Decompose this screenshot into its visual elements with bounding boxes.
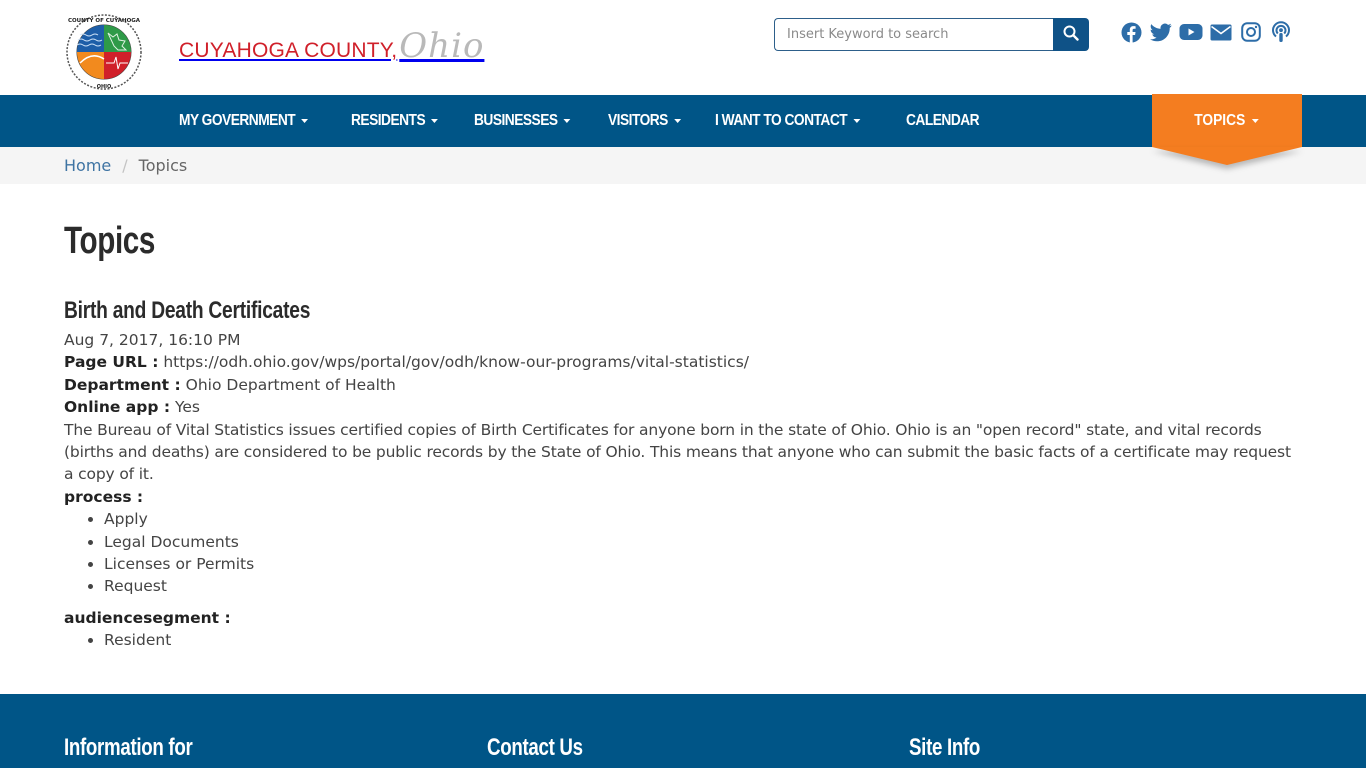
nav-item-label: I WANT TO CONTACT xyxy=(714,112,848,129)
page-url-row: Page URL : https://odh.ohio.gov/wps/port… xyxy=(64,351,1304,373)
podcast-link[interactable] xyxy=(1270,21,1292,47)
nav-item-label: TOPICS xyxy=(1194,111,1246,129)
department-label: Department : xyxy=(64,375,181,394)
list-item: Licenses or Permits xyxy=(104,553,1304,575)
facebook-icon xyxy=(1121,22,1142,47)
caret-down-icon xyxy=(301,119,309,123)
nav-item-label: VISITORS xyxy=(608,112,669,129)
footer-heading-site-info: Site Info xyxy=(909,734,981,761)
svg-text:OHIO: OHIO xyxy=(97,84,112,90)
site-header: COUNTY OF CUYAHOGA OHIO CUYAHOGA COUNTY,… xyxy=(0,0,1366,95)
county-seal-logo[interactable]: COUNTY OF CUYAHOGA OHIO xyxy=(66,13,142,91)
online-app-label: Online app : xyxy=(64,398,171,417)
nav-item-topics[interactable]: TOPICS xyxy=(1152,94,1302,147)
department-row: Department : Ohio Department of Health xyxy=(64,374,1304,396)
breadcrumb-home[interactable]: Home xyxy=(64,156,111,175)
search-button[interactable] xyxy=(1053,18,1089,51)
nav-item-visitors[interactable]: VISITORS xyxy=(608,112,682,130)
site-footer: Information for Contact Us Site Info xyxy=(0,694,1366,768)
nav-item-calendar[interactable]: CALENDAR xyxy=(905,112,980,130)
list-item: Legal Documents xyxy=(104,531,1304,553)
instagram-link[interactable] xyxy=(1240,22,1262,46)
breadcrumb-separator: / xyxy=(122,156,128,175)
svg-text:COUNTY OF CUYAHOGA: COUNTY OF CUYAHOGA xyxy=(68,18,141,24)
footer-heading-information-for: Information for xyxy=(64,734,193,761)
process-list: Apply Legal Documents Licenses or Permit… xyxy=(64,508,1304,598)
list-item: Resident xyxy=(104,629,1304,651)
caret-down-icon xyxy=(1252,118,1260,123)
page-url-value: https://odh.ohio.gov/wps/portal/gov/odh/… xyxy=(163,353,749,372)
nav-item-label: MY GOVERNMENT xyxy=(179,112,296,129)
caret-down-icon xyxy=(853,119,860,123)
twitter-link[interactable] xyxy=(1150,22,1172,46)
site-brand[interactable]: CUYAHOGA COUNTY, Ohio xyxy=(179,26,484,66)
audience-label: audiencesegment : xyxy=(64,608,231,627)
online-app-row: Online app : Yes xyxy=(64,396,1304,418)
process-label: process : xyxy=(64,487,144,506)
topic-date: Aug 7, 2017, 16:10 PM xyxy=(64,331,241,349)
list-item: Apply xyxy=(104,508,1304,530)
instagram-icon xyxy=(1241,22,1261,46)
brand-state: Ohio xyxy=(399,26,485,66)
topic-title: Birth and Death Certificates xyxy=(64,297,311,324)
nav-item-label: BUSINESSES xyxy=(474,112,558,129)
nav-item-my-government[interactable]: MY GOVERNMENT xyxy=(179,112,309,130)
caret-down-icon xyxy=(674,119,682,123)
page-url-label: Page URL : xyxy=(64,353,159,372)
nav-item-label: RESIDENTS xyxy=(351,112,426,129)
twitter-icon xyxy=(1150,23,1172,46)
search-input[interactable] xyxy=(774,18,1053,51)
nav-item-label: CALENDAR xyxy=(905,112,980,129)
envelope-icon xyxy=(1210,24,1232,45)
podcast-icon xyxy=(1271,21,1291,47)
nav-item-residents[interactable]: RESIDENTS xyxy=(351,112,439,130)
audience-list: Resident xyxy=(64,629,1304,651)
facebook-link[interactable] xyxy=(1120,22,1142,46)
topic-details: Aug 7, 2017, 16:10 PM Page URL : https:/… xyxy=(64,329,1304,652)
list-item: Request xyxy=(104,575,1304,597)
youtube-icon xyxy=(1179,23,1203,45)
email-link[interactable] xyxy=(1210,22,1232,46)
department-value: Ohio Department of Health xyxy=(185,375,396,394)
nav-item-i-want-to-contact[interactable]: I WANT TO CONTACT xyxy=(715,112,860,130)
search-icon xyxy=(1063,25,1079,44)
caret-down-icon xyxy=(431,119,439,123)
social-links xyxy=(1120,21,1292,47)
caret-down-icon xyxy=(563,119,571,123)
breadcrumb-current: Topics xyxy=(138,156,188,175)
topic-description: The Bureau of Vital Statistics issues ce… xyxy=(64,420,1291,484)
youtube-link[interactable] xyxy=(1179,22,1203,46)
search-form xyxy=(774,18,1089,51)
footer-heading-contact-us: Contact Us xyxy=(487,734,583,761)
brand-name: CUYAHOGA COUNTY, xyxy=(179,39,398,62)
topics-tab-pointer xyxy=(1152,147,1302,165)
page-title: Topics xyxy=(64,220,155,262)
online-app-value: Yes xyxy=(174,398,200,417)
nav-item-businesses[interactable]: BUSINESSES xyxy=(474,112,571,130)
